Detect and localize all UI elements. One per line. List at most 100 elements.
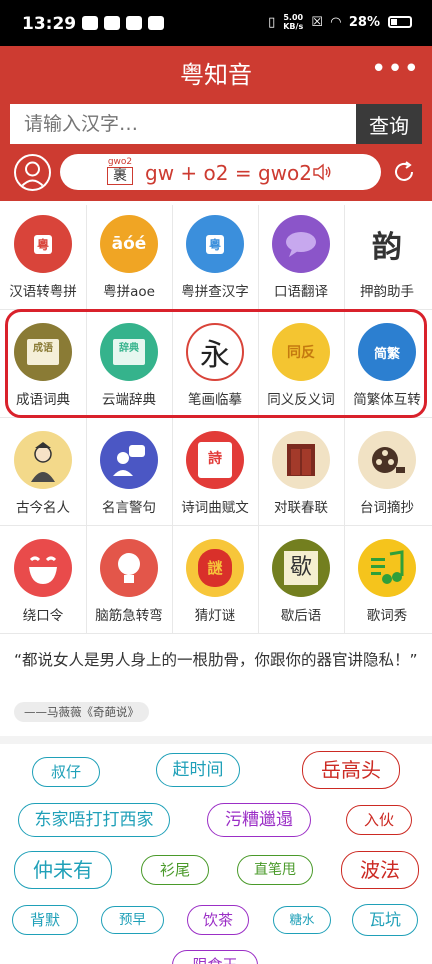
feature-label: 台词摘抄 [360, 500, 414, 516]
grid-divider [86, 205, 87, 633]
couplet-door-icon [272, 431, 330, 489]
battery-percent: 28% [348, 14, 380, 30]
feature-glyph: āóé [111, 234, 147, 254]
lightbulb-icon [100, 539, 158, 597]
message-icon [148, 16, 164, 30]
feature-famous-quotes[interactable]: 名言警句 [86, 417, 172, 525]
jyutping-lookup-icon: 粵 [186, 215, 244, 273]
word-tag[interactable]: 直笔甩 [237, 855, 313, 885]
grid-divider [172, 205, 173, 633]
highlight-frame [5, 309, 427, 418]
word-tag[interactable]: 污糟邋遢 [207, 803, 311, 837]
section-divider [0, 736, 432, 744]
feature-brain-teaser[interactable]: 脑筋急转弯 [86, 525, 172, 633]
crown-icon [82, 16, 98, 30]
notification-icons [82, 16, 164, 30]
pronunciation-banner[interactable]: gwo2 裹 gw + o2 = gwo2 [60, 154, 381, 190]
rhyme-icon: 韵 [358, 215, 416, 273]
feature-famous-people[interactable]: 古今名人 [0, 417, 86, 525]
word-tag[interactable]: 限食王 [172, 950, 258, 964]
feature-row: 古今名人 名言警句 詩 诗词曲赋文 对联春联 台词摘抄 [0, 417, 432, 525]
search-button[interactable]: 查询 [356, 104, 422, 144]
refresh-icon[interactable] [392, 160, 416, 184]
feature-lines-excerpt[interactable]: 台词摘抄 [344, 417, 430, 525]
quote-source: ——马薇薇《奇葩说》 [14, 702, 149, 722]
poetry-icon: 詩 [186, 431, 244, 489]
grid-divider [258, 205, 259, 633]
feature-label: 名言警句 [102, 500, 156, 516]
quote-speaker-icon [100, 431, 158, 489]
word-tag[interactable]: 衫尾 [141, 855, 209, 885]
speech-bubble-icon [272, 215, 330, 273]
feature-label: 脑筋急转弯 [95, 608, 163, 624]
sim-icon: ☒ [311, 14, 323, 30]
feature-glyph: 歇 [284, 551, 318, 585]
word-tag[interactable]: 预早 [101, 906, 164, 934]
network-speed-unit: KB/s [283, 22, 304, 31]
word-tag[interactable]: 仲未有 [14, 851, 112, 889]
feature-poetry[interactable]: 詩 诗词曲赋文 [172, 417, 258, 525]
status-time: 13:29 [22, 14, 77, 34]
pronunciation-char: 裹 [107, 167, 133, 185]
word-tag[interactable]: 瓦坑 [352, 904, 418, 936]
user-avatar-icon[interactable] [14, 154, 51, 191]
word-tag[interactable]: 赶时间 [156, 753, 240, 787]
feature-tongue-twister[interactable]: 绕口令 [0, 525, 86, 633]
word-tag[interactable]: 入伙 [346, 805, 412, 835]
feature-spoken-translation[interactable]: 口语翻译 [258, 201, 344, 309]
film-reel-icon [358, 431, 416, 489]
word-tag[interactable]: 饮茶 [187, 905, 249, 935]
feature-couplets[interactable]: 对联春联 [258, 417, 344, 525]
feature-label: 对联春联 [274, 500, 328, 516]
feature-jyutping-aoe[interactable]: āóé 粤拼aoe [86, 201, 172, 309]
wifi-icon: ◠ [330, 14, 341, 30]
word-tag[interactable]: 东家唔打打西家 [18, 803, 170, 837]
hanyu-to-jyutping-icon: 粵 [14, 215, 72, 273]
media-icon [126, 16, 142, 30]
feature-jyutping-lookup[interactable]: 粵 粤拼查汉字 [172, 201, 258, 309]
feature-label: 粤拼aoe [103, 284, 155, 300]
network-speed: 5.00 KB/s [283, 13, 303, 31]
word-tag[interactable]: 岳高头 [302, 751, 400, 789]
feature-label: 歇后语 [280, 608, 322, 624]
feature-label: 绕口令 [22, 608, 64, 624]
network-speed-value: 5.00 [283, 13, 304, 22]
app-title: 粤知音 [180, 61, 252, 89]
feature-label: 古今名人 [16, 500, 70, 516]
lantern-icon: 謎 [186, 539, 244, 597]
feature-label: 口语翻译 [274, 284, 328, 300]
feature-label: 粤拼查汉字 [181, 284, 249, 300]
feature-label: 猜灯谜 [194, 608, 236, 624]
pronunciation-formula: gw + o2 = gwo2 [145, 161, 312, 185]
feature-label: 押韵助手 [360, 284, 414, 300]
feature-glyph: 詩 [198, 442, 232, 478]
word-tag[interactable]: 叔仔 [32, 757, 100, 787]
feature-lyrics-show[interactable]: 歌词秀 [344, 525, 430, 633]
speaker-icon[interactable] [312, 163, 332, 181]
feature-row: 粵 汉语转粤拼 āóé 粤拼aoe 粵 粤拼查汉字 口语翻译 韵 押韵助手 [0, 201, 432, 309]
word-tag[interactable]: 糖水 [273, 906, 331, 934]
feature-glyph: 謎 [198, 549, 232, 587]
feature-xiehouyu[interactable]: 歇 歇后语 [258, 525, 344, 633]
status-bar: 13:29 ▯ 5.00 KB/s ☒ ◠ 28% [0, 0, 432, 46]
xiehouyu-icon: 歇 [272, 539, 330, 597]
feature-label: 歌词秀 [366, 608, 408, 624]
more-menu-icon[interactable]: ••• [371, 56, 420, 82]
music-note-icon [358, 539, 416, 597]
feature-glyph: 粵 [205, 234, 224, 254]
word-tag[interactable]: 背默 [12, 905, 78, 935]
jyutping-aoe-icon: āóé [100, 215, 158, 273]
feature-label: 汉语转粤拼 [9, 284, 77, 300]
feature-row: 绕口令 脑筋急转弯 謎 猜灯谜 歇 歇后语 歌词秀 [0, 525, 432, 633]
word-tag[interactable]: 波法 [341, 851, 419, 889]
feature-rhyme-helper[interactable]: 韵 押韵助手 [344, 201, 430, 309]
pronunciation-jyutping-small: gwo2 [107, 157, 133, 167]
laughing-face-icon [14, 539, 72, 597]
pronunciation-char-box: gwo2 裹 [107, 157, 133, 187]
battery-icon [388, 16, 412, 28]
feature-hanyu-to-jyutping[interactable]: 粵 汉语转粤拼 [0, 201, 86, 309]
feature-glyph: 韵 [372, 230, 402, 265]
feature-lantern-riddles[interactable]: 謎 猜灯谜 [172, 525, 258, 633]
daily-quote[interactable]: “都说女人是男人身上的一根肋骨，你跟你的器官讲隐私！” [14, 648, 418, 673]
search-input[interactable] [10, 104, 356, 144]
